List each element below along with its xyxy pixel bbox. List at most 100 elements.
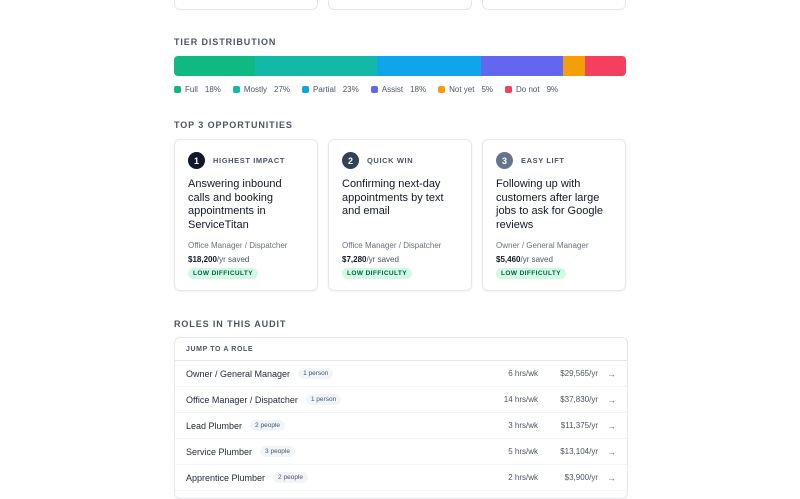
role-cost: $37,830/yr: [560, 395, 598, 404]
role-hours: 14 hrs/wk: [503, 395, 538, 404]
savings-amount: $5,460: [496, 255, 521, 264]
summary-card: [482, 0, 626, 10]
role-name: Office Manager / Dispatcher: [186, 394, 298, 405]
headcount-pill: 3 people: [260, 446, 295, 457]
top-cards-strip: [174, 0, 626, 10]
legend-swatch: [174, 86, 181, 93]
rank-number-badge: 1: [188, 152, 205, 169]
opportunity-title: Answering inbound calls and booking appo…: [188, 178, 282, 231]
opportunity-title: Following up with customers after large …: [496, 178, 604, 231]
role-hours: 5 hrs/wk: [508, 447, 538, 456]
legend-label: Assist: [381, 85, 404, 94]
opportunity-card-3[interactable]: 3 EASY LIFT Following up with customers …: [482, 139, 626, 291]
difficulty-badge: LOW DIFFICULTY: [188, 268, 258, 279]
legend-swatch: [370, 86, 378, 93]
legend-pct: 18%: [204, 85, 221, 94]
tier-segment-full: [174, 56, 256, 76]
legend-item-not-yet: Not yet 5%: [438, 85, 493, 94]
tier-segment-partial: [377, 56, 482, 76]
legend-label: Mostly: [243, 85, 268, 94]
summary-card: [328, 0, 472, 10]
legend-label: Not yet: [449, 85, 475, 94]
role-cost: $3,900/yr: [564, 473, 598, 482]
headcount-pill: 1 person: [305, 394, 342, 405]
legend-pct: 18%: [410, 85, 427, 94]
legend-pct: 9%: [546, 85, 559, 94]
opportunity-header: 2 QUICK WIN: [342, 152, 458, 169]
legend-item-mostly: Mostly 27%: [232, 85, 291, 94]
legend-pct: 23%: [342, 85, 359, 94]
opportunity-savings: $18,200/yr saved: [188, 255, 249, 264]
role-row[interactable]: Lead Plumber 2 people 3 hrs/wk $11,375/y…: [175, 413, 627, 439]
rank-number-badge: 2: [342, 152, 359, 169]
tier-distribution-title: TIER DISTRIBUTION: [174, 37, 277, 47]
headcount-pill: 1 person: [298, 368, 334, 379]
role-row[interactable]: Office Manager / Dispatcher 1 person 14 …: [175, 387, 627, 413]
headcount-pill: 2 people: [250, 420, 285, 431]
opportunity-role: Office Manager / Dispatcher: [342, 241, 442, 250]
role-name: Lead Plumber: [186, 420, 243, 431]
opportunity-card-1[interactable]: 1 HIGHEST IMPACT Answering inbound calls…: [174, 139, 318, 291]
role-name: Apprentice Plumber: [186, 472, 266, 483]
role-cost: $11,375/yr: [560, 421, 598, 430]
difficulty-badge: LOW DIFFICULTY: [342, 268, 412, 279]
legend-item-partial: Partial 23%: [302, 85, 359, 94]
role-row[interactable]: Owner / General Manager 1 person 6 hrs/w…: [175, 361, 627, 387]
arrow-right-icon[interactable]: →: [602, 369, 616, 379]
opportunity-header: 3 EASY LIFT: [496, 152, 612, 169]
opportunity-title: Confirming next-day appointments by text…: [342, 178, 444, 217]
headcount-pill: 2 people: [273, 472, 308, 483]
opportunity-cards: 1 HIGHEST IMPACT Answering inbound calls…: [174, 139, 626, 291]
opportunity-savings: $7,280/yr saved: [342, 255, 399, 264]
role-hours: 6 hrs/wk: [508, 369, 538, 378]
savings-suffix: /yr saved: [216, 255, 250, 264]
arrow-right-icon[interactable]: →: [602, 447, 616, 457]
tier-segment-not-yet: [562, 56, 586, 76]
legend-swatch: [505, 86, 513, 93]
legend-item-assist: Assist 18%: [370, 85, 427, 94]
top-opportunities-title: TOP 3 OPPORTUNITIES: [174, 120, 293, 130]
role-name: Owner / General Manager: [186, 368, 291, 379]
legend-pct: 5%: [481, 85, 494, 94]
role-cost: $13,104/yr: [560, 447, 598, 456]
legend-label: Full: [185, 85, 198, 94]
role-cost: $29,565/yr: [560, 369, 598, 378]
roles-title: ROLES IN THIS AUDIT: [174, 319, 287, 329]
opportunity-role: Owner / General Manager: [496, 241, 589, 250]
role-row[interactable]: Service Plumber 3 people 5 hrs/wk $13,10…: [175, 439, 627, 465]
tier-segment-assist: [481, 56, 563, 76]
legend-pct: 27%: [274, 85, 291, 94]
opportunity-savings: $5,460/yr saved: [496, 255, 553, 264]
arrow-right-icon[interactable]: →: [602, 473, 616, 483]
arrow-right-icon[interactable]: →: [602, 395, 616, 405]
rank-number-badge: 3: [496, 152, 513, 169]
opportunity-tag: EASY LIFT: [521, 156, 565, 165]
opportunity-role: Office Manager / Dispatcher: [188, 241, 288, 250]
legend-item-do-not: Do not 9%: [505, 85, 558, 94]
savings-suffix: /yr saved: [520, 255, 553, 264]
savings-amount: $7,280: [342, 255, 367, 264]
legend-label: Do not: [516, 85, 540, 94]
legend-label: Partial: [313, 85, 336, 94]
jump-to-role-header: JUMP TO A ROLE: [175, 338, 627, 361]
savings-suffix: /yr saved: [366, 255, 399, 264]
opportunity-tag: HIGHEST IMPACT: [213, 156, 286, 165]
role-hours: 2 hrs/wk: [508, 473, 538, 482]
legend-swatch: [232, 86, 240, 93]
summary-card: [174, 0, 318, 10]
roles-list: JUMP TO A ROLE Owner / General Manager 1…: [174, 337, 628, 499]
difficulty-badge: LOW DIFFICULTY: [496, 268, 566, 279]
role-name: Service Plumber: [186, 446, 253, 457]
tier-legend: Full 18% Mostly 27% Partial 23% Assist 18% N…: [174, 85, 558, 94]
role-hours: 3 hrs/wk: [508, 421, 538, 430]
arrow-right-icon[interactable]: →: [602, 421, 616, 431]
opportunity-card-2[interactable]: 2 QUICK WIN Confirming next-day appointm…: [328, 139, 472, 291]
legend-swatch: [302, 86, 310, 93]
opportunity-tag: QUICK WIN: [367, 156, 414, 165]
role-row[interactable]: Apprentice Plumber 2 people 2 hrs/wk $3,…: [175, 465, 627, 491]
legend-swatch: [438, 86, 446, 93]
opportunity-header: 1 HIGHEST IMPACT: [188, 152, 304, 169]
tier-distribution-bar: [174, 56, 626, 76]
tier-segment-mostly: [255, 56, 378, 76]
tier-segment-do-not: [585, 56, 626, 76]
